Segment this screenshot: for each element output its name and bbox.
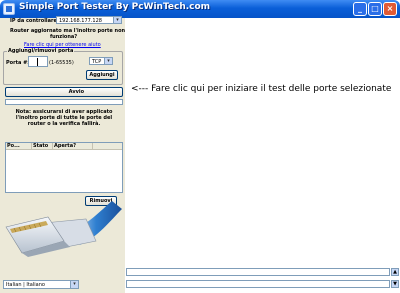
ethernet-plug-icon xyxy=(5,201,122,257)
ports-list-header: Po... Stato Aperta? xyxy=(6,143,122,150)
maximize-button[interactable]: □ xyxy=(368,2,382,16)
add-port-button[interactable]: Aggiungi xyxy=(86,70,118,80)
app-icon xyxy=(3,3,15,15)
add-remove-port-group: Aggiungi/rimuovi porta Porta #: (1-65535… xyxy=(3,48,123,85)
status-field-1-button[interactable]: ▲ xyxy=(391,268,399,276)
text-cursor xyxy=(37,58,38,66)
status-field-2 xyxy=(126,280,390,288)
status-field-2-button[interactable]: ▼ xyxy=(391,280,399,288)
progress-bar xyxy=(5,99,123,105)
column-port[interactable]: Po... xyxy=(6,143,32,149)
ports-list[interactable]: Po... Stato Aperta? xyxy=(5,142,123,193)
ip-label: IP da controllare: xyxy=(10,18,59,24)
start-hint: <--- Fare clic qui per iniziare il test … xyxy=(131,84,392,94)
chevron-down-icon[interactable]: ▾ xyxy=(113,17,121,23)
forwarding-note: Nota: assicurarsi di aver applicato l'in… xyxy=(6,109,122,127)
port-label: Porta #: xyxy=(6,60,30,66)
column-open[interactable]: Aperta? xyxy=(53,143,93,149)
router-question-line2: funziona? xyxy=(50,34,78,40)
protocol-select-value: TCP xyxy=(92,59,102,65)
window-title: Simple Port Tester By PcWinTech.com xyxy=(19,2,211,12)
ip-select-value: 192.168.177.128 xyxy=(59,18,102,24)
port-input[interactable] xyxy=(28,56,48,67)
start-button-label: Avvio xyxy=(68,89,84,95)
language-select-value: Italian | Italiano xyxy=(6,282,45,288)
app-window: Simple Port Tester By PcWinTech.com _ □ … xyxy=(0,0,400,293)
port-range-label: (1-65535) xyxy=(49,60,74,66)
chevron-down-icon[interactable]: ▾ xyxy=(70,281,78,288)
add-remove-group-title: Aggiungi/rimuovi porta xyxy=(7,48,75,54)
chevron-down-icon[interactable]: ▾ xyxy=(104,58,112,64)
status-field-1 xyxy=(126,268,390,276)
minimize-button[interactable]: _ xyxy=(353,2,367,16)
protocol-select[interactable]: TCP ▾ xyxy=(89,57,113,65)
language-select[interactable]: Italian | Italiano ▾ xyxy=(3,280,79,289)
note-line3: router o la verifica fallirà. xyxy=(27,121,101,127)
column-status[interactable]: Stato xyxy=(32,143,53,149)
start-button[interactable]: Avvio xyxy=(5,87,123,97)
ip-select[interactable]: 192.168.177.128 ▾ xyxy=(56,16,122,24)
close-button[interactable]: × xyxy=(383,2,397,16)
